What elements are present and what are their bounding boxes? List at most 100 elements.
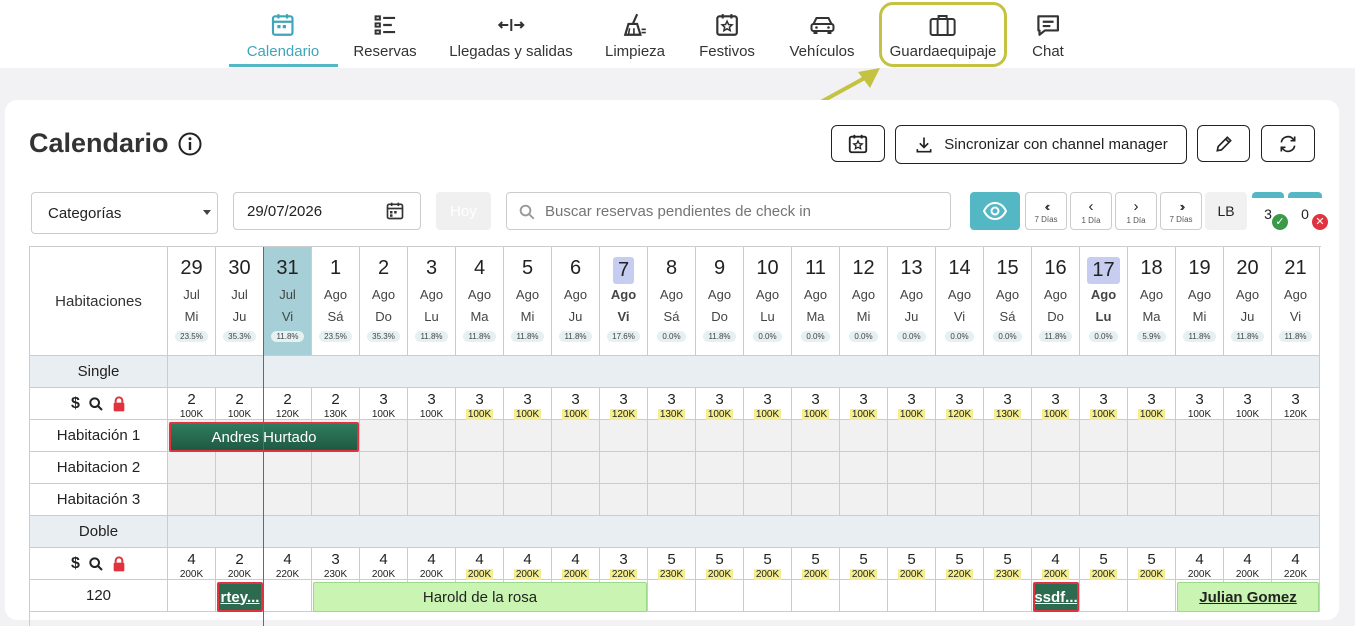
availability-cell[interactable]: 3 130K [984,388,1032,420]
room-day-cell[interactable] [1224,420,1272,452]
availability-cell[interactable]: 4 200K [1032,548,1080,580]
nav-tab-veh-culos[interactable]: Vehículos [789,10,855,60]
availability-cell[interactable]: 4 200K [1176,548,1224,580]
availability-cell[interactable]: 3 100K [1080,388,1128,420]
availability-cell[interactable]: 3 230K [312,548,360,580]
availability-cell[interactable]: 2 120K [264,388,312,420]
back-1-day-button[interactable]: ‹ 1 Día [1070,192,1112,230]
room-day-cell[interactable] [360,420,408,452]
room-day-cell[interactable] [792,452,840,484]
room-day-cell[interactable] [936,420,984,452]
room-day-cell[interactable] [600,420,648,452]
room-day-cell[interactable] [216,484,264,516]
room-day-cell[interactable] [504,484,552,516]
room-day-cell[interactable] [264,580,312,612]
reservation-bar[interactable]: rtey... [217,582,263,612]
room-day-cell[interactable] [744,420,792,452]
room-day-cell[interactable] [840,580,888,612]
sync-channel-manager-button[interactable]: Sincronizar con channel manager [895,125,1187,164]
room-day-cell[interactable] [1032,452,1080,484]
availability-cell[interactable]: 3 100K [744,388,792,420]
refresh-button[interactable] [1261,125,1315,162]
room-day-cell[interactable] [888,420,936,452]
room-day-cell[interactable] [936,484,984,516]
availability-cell[interactable]: 3 100K [1128,388,1176,420]
room-day-cell[interactable] [456,452,504,484]
room-day-cell[interactable] [168,484,216,516]
room-day-cell[interactable] [936,452,984,484]
room-day-cell[interactable] [696,484,744,516]
room-day-cell[interactable] [600,484,648,516]
availability-cell[interactable]: 3 100K [360,388,408,420]
room-day-cell[interactable] [888,452,936,484]
availability-cell[interactable]: 4 200K [360,548,408,580]
nav-tab-calendario[interactable]: Calendario [247,10,319,60]
availability-cell[interactable]: 5 200K [1128,548,1176,580]
room-day-cell[interactable] [1176,420,1224,452]
room-day-cell[interactable] [984,484,1032,516]
room-day-cell[interactable] [1176,484,1224,516]
room-day-cell[interactable] [648,452,696,484]
today-button[interactable]: Hoy [436,192,491,230]
room-day-cell[interactable] [360,484,408,516]
room-day-cell[interactable] [792,484,840,516]
room-day-cell[interactable] [696,452,744,484]
reservation-bar[interactable]: Harold de la rosa [313,582,647,612]
room-day-cell[interactable] [552,420,600,452]
room-day-cell[interactable] [1128,420,1176,452]
room-day-cell[interactable] [888,580,936,612]
lock-icon[interactable] [112,395,126,412]
nav-tab-chat[interactable]: Chat [1032,10,1064,60]
availability-cell[interactable]: 4 200K [408,548,456,580]
sync-ok-indicator[interactable]: 3 ✓ [1252,192,1288,230]
room-day-cell[interactable] [1080,420,1128,452]
room-day-cell[interactable] [840,484,888,516]
availability-cell[interactable]: 4 200K [1224,548,1272,580]
room-day-cell[interactable] [408,420,456,452]
nav-tab-festivos[interactable]: Festivos [699,10,755,60]
sync-error-indicator[interactable]: 0 ✕ [1288,192,1328,230]
room-day-cell[interactable] [264,484,312,516]
room-day-cell[interactable] [408,484,456,516]
availability-cell[interactable]: 5 200K [696,548,744,580]
forward-7-days-button[interactable]: ›› 7 Días [1160,192,1202,230]
info-icon[interactable] [178,132,202,156]
availability-cell[interactable]: 4 220K [1272,548,1320,580]
room-day-cell[interactable] [168,452,216,484]
search-icon[interactable] [88,556,104,572]
availability-cell[interactable]: 3 100K [840,388,888,420]
availability-cell[interactable]: 5 220K [936,548,984,580]
room-day-cell[interactable] [696,580,744,612]
room-day-cell[interactable] [360,452,408,484]
room-day-cell[interactable] [1176,452,1224,484]
availability-cell[interactable]: 3 220K [600,548,648,580]
room-day-cell[interactable] [168,580,216,612]
room-day-cell[interactable] [1032,420,1080,452]
room-day-cell[interactable] [984,452,1032,484]
availability-cell[interactable]: 5 200K [1080,548,1128,580]
availability-cell[interactable]: 2 100K [216,388,264,420]
search-box[interactable] [506,192,951,230]
availability-cell[interactable]: 2 200K [216,548,264,580]
availability-cell[interactable]: 3 120K [1272,388,1320,420]
room-day-cell[interactable] [504,420,552,452]
room-day-cell[interactable] [312,484,360,516]
availability-cell[interactable]: 3 100K [696,388,744,420]
room-day-cell[interactable] [264,452,312,484]
room-day-cell[interactable] [216,452,264,484]
room-day-cell[interactable] [1128,580,1176,612]
room-day-cell[interactable] [744,484,792,516]
room-day-cell[interactable] [1080,580,1128,612]
availability-cell[interactable]: 3 100K [1176,388,1224,420]
room-day-cell[interactable] [840,452,888,484]
reservation-bar[interactable]: Julian Gomez [1177,582,1319,612]
room-day-cell[interactable] [792,580,840,612]
availability-cell[interactable]: 5 200K [744,548,792,580]
calendar-picker-icon[interactable] [385,201,405,221]
dollar-icon[interactable]: $ [71,555,80,573]
availability-cell[interactable]: 5 200K [888,548,936,580]
room-day-cell[interactable] [504,452,552,484]
availability-cell[interactable]: 3 100K [1224,388,1272,420]
room-day-cell[interactable] [1128,452,1176,484]
room-day-cell[interactable] [600,452,648,484]
